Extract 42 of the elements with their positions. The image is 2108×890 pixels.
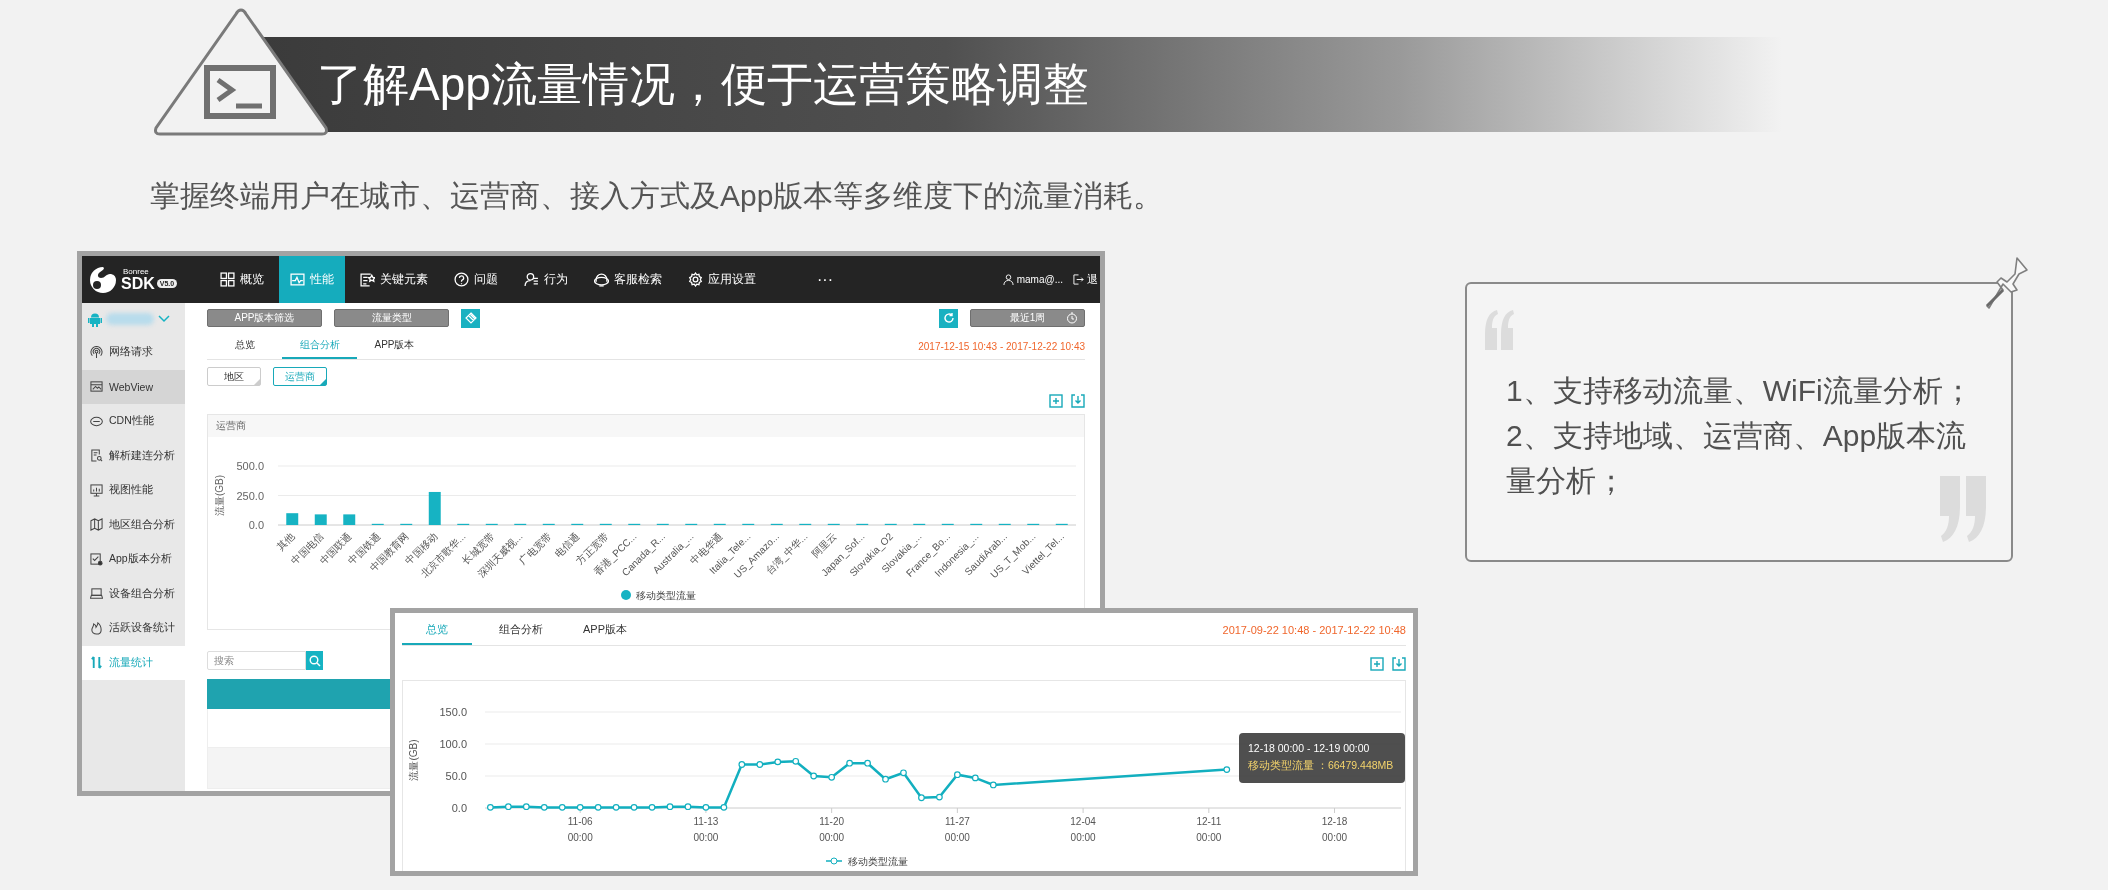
sidebar-label: 设备组合分析 [109,586,175,601]
axis-title: 流量(GB) [408,739,419,781]
axis-label: 11-27 00:00 [944,816,970,843]
axis-label: 250.0 [236,489,264,502]
axis-label: 其他 [274,530,297,553]
axis-label: 150.0 [439,706,467,718]
axis-label: 12-11 00:00 [1196,816,1222,843]
axis-label: 0.0 [248,519,264,531]
axis-label: 11-20 00:00 [819,816,845,843]
axis-label: 500.0 [236,460,264,472]
subtitle: 掌握终端用户在城市、运营商、接入方式及App版本等多维度下的流量消耗。 [150,178,1165,214]
user-name: mama@... [1016,274,1063,285]
sidebar-label: 网络请求 [109,345,153,360]
sidebar-label: App版本分析 [109,552,172,567]
sidebar-label: 活跃设备统计 [109,621,175,636]
product-name: SDK [121,275,155,292]
sidebar-label: 流量统计 [109,655,153,670]
tooltip-title: 12-18 00:00 - 12-19 00:00 [1248,741,1371,756]
feature-text: 2、支持地域、运营商、App版本流量分析； [1506,418,1968,499]
axis-title: 流量(GB) [214,474,225,517]
sidebar-label: 解析建连分析 [109,448,175,463]
legend-label: 移动类型流量 [848,856,908,867]
axis-label: 100.0 [439,738,467,750]
axis-label: 11-06 00:00 [567,816,593,843]
legend-label: 移动类型流量 [636,590,696,601]
headline: 了解App流量情况，便于运营策略调整 [317,56,1089,112]
sidebar-label: 地区组合分析 [109,517,175,532]
feature-text: 1、支持移动流量、WiFi流量分析； [1506,373,1974,409]
date-range: 2017-12-15 10:43 - 2017-12-22 10:43 [918,340,1085,352]
sidebar-label: WebView [109,380,153,393]
card-title: 运营商 [208,415,1084,437]
axis-label: 0.0 [451,802,467,814]
tooltip-value: 66479.448MB [1327,759,1394,771]
sidebar-label: CDN性能 [109,414,154,429]
axis-label: 50.0 [445,770,467,782]
date-range: 2017-09-22 10:48 - 2017-12-22 10:48 [1222,624,1406,636]
tooltip-label: 移动类型流量 ： [1248,759,1328,771]
brand-name: Bonree [123,267,150,276]
axis-label: 12-04 00:00 [1070,816,1096,843]
axis-label: 11-13 00:00 [693,816,719,843]
sidebar-label: 视图性能 [109,483,153,498]
axis-label: 12-18 00:00 [1321,816,1348,843]
